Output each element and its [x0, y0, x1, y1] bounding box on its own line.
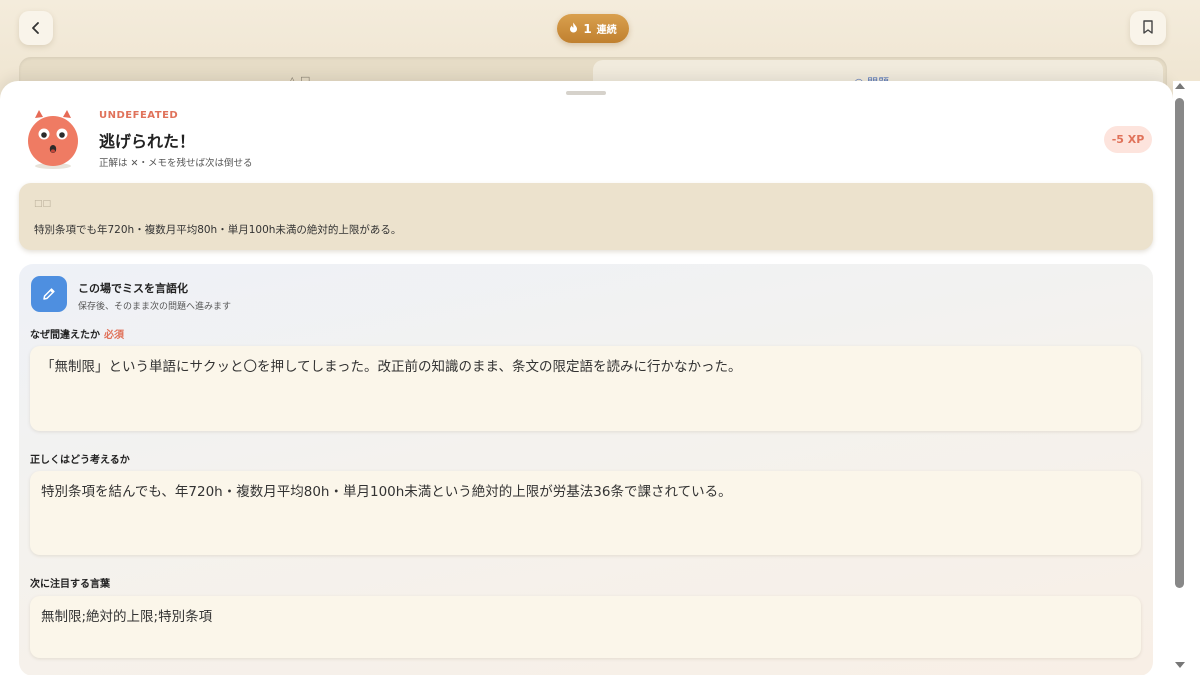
correct-answer-card: □□ 特別条項でも年720h・複数月平均80h・単月100h未満の絶対的上限があ… — [19, 183, 1153, 250]
bookmark-icon — [1142, 19, 1154, 38]
reflection-card: この場でミスを言語化 保存後、そのまま次の問題へ進みます なぜ間違えたか 必須 「… — [19, 264, 1153, 675]
chevron-left-icon — [30, 19, 42, 38]
scroll-up-icon[interactable] — [1175, 83, 1185, 89]
monster-avatar-icon — [26, 108, 80, 172]
keywords-input[interactable]: 無制限;絶対的上限;特別条項 — [30, 596, 1141, 658]
result-status: UNDEFEATED — [99, 110, 179, 121]
reflection-subtitle: 保存後、そのまま次の問題へ進みます — [78, 302, 232, 312]
back-button[interactable] — [19, 11, 53, 45]
xp-change-badge: -5 XP — [1104, 126, 1152, 153]
answer-text: 特別条項でも年720h・複数月平均80h・単月100h未満の絶対的上限がある。 — [34, 224, 402, 236]
answer-label: □□ — [34, 199, 52, 209]
keywords-label: 次に注目する言葉 — [30, 579, 110, 590]
why-wrong-label: なぜ間違えたか 必須 — [30, 326, 124, 341]
bookmark-button[interactable] — [1130, 11, 1166, 45]
streak-label: 連続 — [596, 25, 617, 36]
reflection-title: この場でミスを言語化 — [78, 282, 188, 295]
result-title: 逃げられた！ — [99, 132, 196, 151]
streak-badge: 1 連続 — [557, 14, 629, 43]
scroll-down-icon[interactable] — [1175, 662, 1185, 668]
correct-thinking-label: 正しくはどう考えるか — [30, 455, 130, 466]
flame-icon — [569, 22, 578, 36]
result-sheet: UNDEFEATED 逃げられた！ 正解は ✕・メモを残せば次は倒せる -5 X… — [0, 81, 1173, 675]
sheet-grab-handle[interactable] — [566, 91, 606, 95]
scrollbar-thumb[interactable] — [1175, 98, 1184, 588]
streak-count: 1 — [583, 21, 592, 36]
why-wrong-label-text: なぜ間違えたか — [30, 330, 100, 341]
pencil-icon — [31, 276, 67, 312]
required-badge: 必須 — [104, 330, 124, 341]
result-subtitle: 正解は ✕・メモを残せば次は倒せる — [99, 158, 253, 169]
why-wrong-textarea[interactable]: 「無制限」という単語にサクッと〇を押してしまった。改正前の知識のまま、条文の限定… — [30, 346, 1141, 431]
correct-thinking-textarea[interactable]: 特別条項を結んでも、年720h・複数月平均80h・単月100h未満という絶対的上… — [30, 471, 1141, 555]
